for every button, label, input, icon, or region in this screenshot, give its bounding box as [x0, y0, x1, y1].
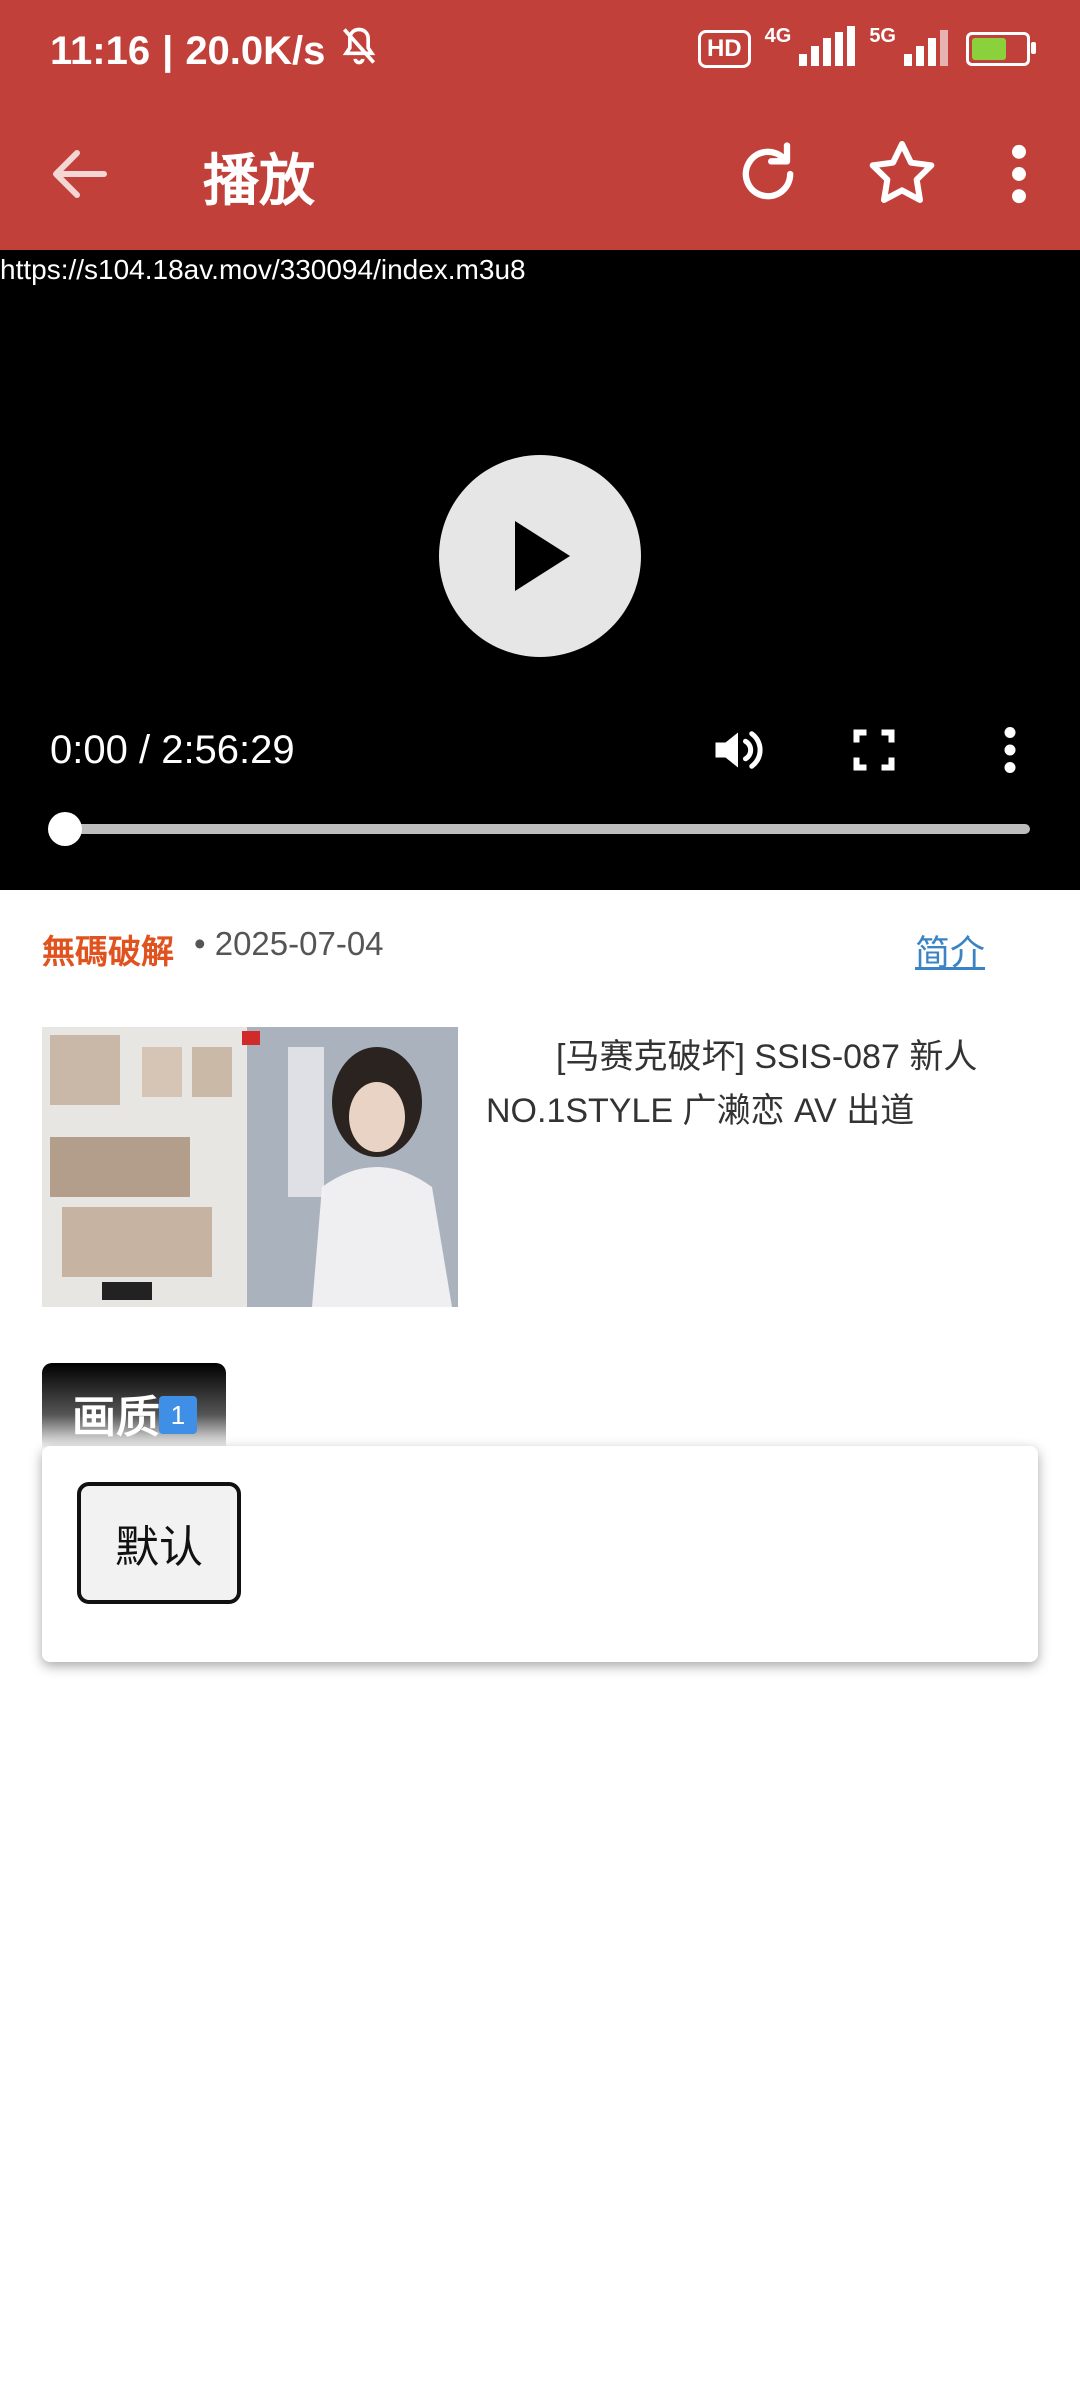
info-row: 無碼破解 • 2025-07-04 简介: [42, 925, 1042, 975]
hd-badge: HD: [697, 29, 751, 68]
net-4g-label: 4G: [764, 25, 792, 47]
page-title: 播放: [203, 149, 315, 212]
video-player[interactable]: https://s104.18av.mov/330094/index.m3u8 …: [0, 250, 1080, 890]
video-title: [马赛克破坏] SSIS-087 新人NO.1STYLE 广濑恋 AV 出道: [486, 1038, 978, 1130]
release-date: • 2025-07-04: [194, 925, 384, 962]
battery-level: [972, 37, 1006, 60]
status-time: 11:16: [50, 28, 151, 73]
net-5g-label: 5G: [869, 25, 896, 47]
video-url: https://s104.18av.mov/330094/index.m3u8: [0, 254, 526, 285]
mute-bell-icon: [337, 24, 381, 78]
app-bar: 播放: [0, 100, 1080, 250]
status-right: HD 4G 5G: [697, 25, 1036, 71]
quality-tab[interactable]: 画质 1: [42, 1363, 226, 1449]
intro-link[interactable]: 简介: [915, 925, 985, 976]
star-icon[interactable]: [862, 134, 942, 214]
quality-count-badge: 1: [159, 1396, 197, 1434]
time-display: 0:00 / 2:56:29: [50, 728, 295, 772]
play-button[interactable]: [439, 455, 641, 657]
play-icon: [515, 521, 570, 591]
quality-panel: 默认: [42, 1446, 1038, 1662]
signal-icon: [799, 26, 856, 71]
fullscreen-icon[interactable]: [844, 720, 904, 780]
category-tag[interactable]: 無碼破解: [42, 925, 174, 973]
quality-tab-label: 画质: [72, 1393, 160, 1442]
progress-track[interactable]: [66, 824, 1030, 834]
volume-icon[interactable]: [708, 720, 768, 780]
more-vert-icon[interactable]: [980, 720, 1040, 780]
refresh-icon[interactable]: [730, 136, 806, 212]
quality-option-default[interactable]: 默认: [77, 1482, 241, 1604]
battery-charging-icon: [966, 31, 1036, 66]
status-left: 11:16 | 20.0K/s: [50, 24, 381, 78]
status-separator: |: [162, 28, 174, 73]
more-vert-icon[interactable]: [994, 136, 1044, 212]
status-bar: 11:16 | 20.0K/s HD 4G 5G: [0, 0, 1080, 100]
signal-icon: [904, 26, 952, 71]
cover-image[interactable]: [42, 1027, 458, 1307]
progress-thumb[interactable]: [48, 812, 82, 846]
network-speed: 20.0K/s: [185, 28, 326, 73]
back-arrow-icon[interactable]: [44, 138, 116, 210]
